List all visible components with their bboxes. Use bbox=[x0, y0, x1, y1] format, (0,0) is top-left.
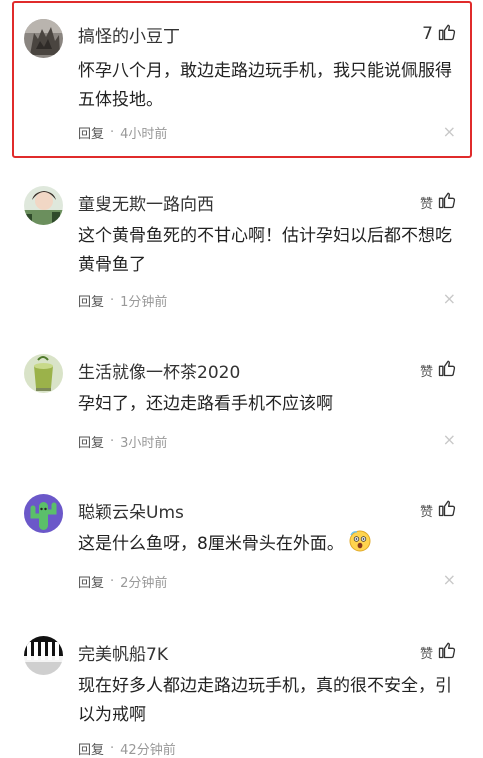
separator: · bbox=[110, 293, 115, 308]
comment-text: 怀孕八个月，敢边走路边玩手机，我只能说佩服得五体投地。 bbox=[78, 61, 452, 110]
comment-item: 完美帆船7K 赞 现在好多人都边走路边玩手机，真的很不安全，引以为戒啊 回复 ·… bbox=[0, 620, 483, 758]
reply-button[interactable]: 回复 bbox=[78, 572, 104, 591]
close-icon[interactable]: × bbox=[443, 572, 456, 588]
avatar[interactable] bbox=[24, 494, 63, 533]
comment-text: 这是什么鱼呀，8厘米骨头在外面。 bbox=[78, 530, 458, 562]
reply-button[interactable]: 回复 bbox=[78, 123, 104, 142]
reply-button[interactable]: 回复 bbox=[78, 739, 104, 758]
comment-text: 现在好多人都边走路边玩手机，真的很不安全，引以为戒啊 bbox=[78, 676, 452, 725]
username[interactable]: 搞怪的小豆丁 bbox=[78, 22, 180, 47]
comment-item: 童叟无欺一路向西 赞 这个黄骨鱼死的不甘心啊！估计孕妇以后都不想吃黄骨鱼了 回复… bbox=[0, 170, 483, 330]
thumbs-up-icon bbox=[437, 22, 457, 46]
separator: · bbox=[110, 434, 115, 449]
comment-meta: 回复 · 2分钟前 bbox=[78, 572, 167, 591]
avatar[interactable] bbox=[24, 636, 63, 675]
timestamp: 42分钟前 bbox=[120, 743, 176, 758]
close-icon[interactable]: × bbox=[443, 291, 456, 307]
comment-meta: 回复 · 1分钟前 bbox=[78, 291, 167, 310]
close-icon[interactable]: × bbox=[443, 124, 456, 140]
timestamp: 4小时前 bbox=[120, 127, 168, 142]
comment-meta: 回复 · 3小时前 bbox=[78, 432, 167, 451]
like-count: 7 bbox=[422, 24, 433, 44]
close-icon[interactable]: × bbox=[443, 432, 456, 448]
scared-emoji-icon bbox=[349, 530, 371, 562]
separator: · bbox=[110, 574, 115, 589]
comment-text-content: 这是什么鱼呀，8厘米骨头在外面。 bbox=[78, 534, 344, 554]
comment-meta: 回复 · 4小时前 bbox=[78, 123, 167, 142]
like-label: 赞 bbox=[419, 504, 433, 520]
comment-item: 搞怪的小豆丁 7 怀孕八个月，敢边走路边玩手机，我只能说佩服得五体投地。 回复 … bbox=[0, 0, 483, 160]
like-label: 赞 bbox=[419, 646, 433, 662]
timestamp: 2分钟前 bbox=[120, 576, 168, 591]
comment-meta: 回复 · 42分钟前 bbox=[78, 739, 176, 758]
username[interactable]: 完美帆船7K bbox=[78, 640, 168, 665]
reply-button[interactable]: 回复 bbox=[78, 291, 104, 310]
username[interactable]: 生活就像一杯茶2020 bbox=[78, 358, 240, 383]
comment-item: 聪颖云朵Ums 赞 这是什么鱼呀，8厘米骨头在外面。 回复 · 2分钟前 × bbox=[0, 480, 483, 620]
like-button[interactable]: 7 bbox=[422, 22, 457, 46]
reply-button[interactable]: 回复 bbox=[78, 432, 104, 451]
like-button[interactable]: 赞 bbox=[420, 498, 457, 522]
comment-item: 生活就像一杯茶2020 赞 孕妇了，还边走路看手机不应该啊 回复 · 3小时前 … bbox=[0, 340, 483, 480]
timestamp: 1分钟前 bbox=[120, 295, 168, 310]
like-button[interactable]: 赞 bbox=[420, 190, 457, 214]
separator: · bbox=[110, 741, 115, 756]
separator: · bbox=[110, 125, 115, 140]
avatar[interactable] bbox=[24, 186, 63, 225]
avatar[interactable] bbox=[24, 19, 63, 58]
thumbs-up-icon bbox=[437, 640, 457, 664]
like-label: 赞 bbox=[419, 364, 433, 380]
comment-text: 这个黄骨鱼死的不甘心啊！估计孕妇以后都不想吃黄骨鱼了 bbox=[78, 226, 452, 275]
comment-text: 孕妇了，还边走路看手机不应该啊 bbox=[78, 394, 333, 414]
thumbs-up-icon bbox=[437, 190, 457, 214]
thumbs-up-icon bbox=[437, 498, 457, 522]
username[interactable]: 童叟无欺一路向西 bbox=[78, 190, 214, 215]
avatar[interactable] bbox=[24, 354, 63, 393]
like-label: 赞 bbox=[419, 196, 433, 212]
username[interactable]: 聪颖云朵Ums bbox=[78, 498, 184, 523]
timestamp: 3小时前 bbox=[120, 436, 168, 451]
like-button[interactable]: 赞 bbox=[420, 640, 457, 664]
thumbs-up-icon bbox=[437, 358, 457, 382]
like-button[interactable]: 赞 bbox=[420, 358, 457, 382]
